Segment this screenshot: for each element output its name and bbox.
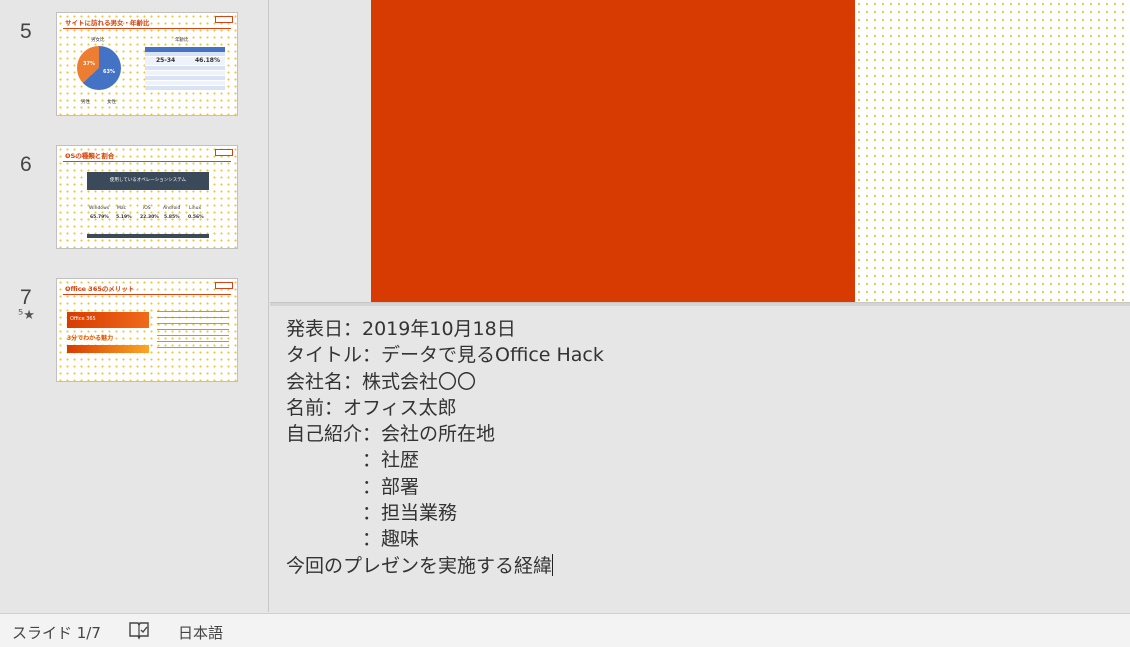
notes-line: タイトル：データで見るOffice Hack — [286, 344, 604, 367]
notes-text[interactable]: 発表日：2019年10月18日 タイトル：データで見るOffice Hack 会… — [286, 316, 604, 579]
thumb-tag — [215, 149, 233, 156]
notes-line: 自己紹介：会社の所在地 — [286, 423, 496, 446]
thumb-office-strip — [67, 345, 149, 353]
notes-line: 今回のプレゼンを実施する経緯 — [286, 554, 553, 577]
thumb-tag — [215, 282, 233, 289]
thumbnail-row-7[interactable]: 7 ⁵★ Office 365のメリット Office 365 3分でわかる魅力 — [0, 278, 268, 382]
pie-label-male: 63% — [103, 69, 115, 75]
thumb-pie-chart — [77, 46, 121, 90]
slide-thumbnail-5[interactable]: サイトに訪れる男女・年齢比 男女比 年齢比 37% 63% 男性 女性 25-3… — [56, 12, 238, 116]
thumb-subtitle: 3分でわかる魅力 — [67, 335, 114, 342]
slide-number: 7 — [20, 286, 32, 309]
thumb-left-heading: 男女比 — [91, 38, 105, 43]
notes-line: 会社名：株式会社〇〇 — [286, 370, 477, 393]
thumb-os-box: 使用しているオペレーションシステム — [87, 172, 209, 190]
thumb-title: サイトに訪れる男女・年齢比 — [65, 19, 150, 27]
os-name: Android — [163, 206, 181, 211]
thumb-bullet-lines — [157, 311, 229, 353]
notes-line: 発表日：2019年10月18日 — [286, 318, 516, 340]
thumb-os-box-label: 使用しているオペレーションシステム — [109, 178, 187, 183]
thumb-title-rule — [63, 161, 231, 162]
thumb-title: OSの種類と割合 — [65, 152, 115, 160]
thumb-table-value: 46.18% — [195, 57, 220, 64]
slide-dotted-background — [855, 0, 1130, 302]
slide-indicator[interactable]: スライド 1/7 — [12, 622, 101, 643]
star-animation-icon: ⁵★ — [18, 308, 35, 323]
notes-pane[interactable]: 発表日：2019年10月18日 タイトル：データで見るOffice Hack 会… — [270, 306, 1130, 612]
book-check-icon[interactable] — [128, 620, 150, 644]
os-name: Windows — [89, 206, 110, 211]
pie-legend-female: 女性 — [107, 100, 116, 105]
thumb-banner-text: Office 365 — [70, 316, 96, 322]
os-value: 5.85% — [164, 215, 180, 220]
slide-red-panel — [371, 0, 855, 302]
pie-label-female: 37% — [83, 61, 95, 67]
os-value: 5.19% — [116, 215, 132, 220]
os-name: iOS — [143, 206, 151, 211]
notes-line: 名前：オフィス太郎 — [286, 396, 457, 419]
slide-thumbnail-pane[interactable]: 5 サイトに訪れる男女・年齢比 男女比 年齢比 37% 63% 男性 女性 25… — [0, 0, 269, 612]
status-bar: スライド 1/7 日本語 — [0, 613, 1130, 647]
os-name: Linux — [189, 206, 202, 211]
thumbnail-row-6[interactable]: 6 OSの種類と割合 使用しているオペレーションシステム Windows Mac… — [0, 145, 268, 249]
slide-number: 5 — [20, 20, 32, 43]
notes-line: ：趣味 — [286, 528, 420, 551]
slide-editor[interactable] — [270, 0, 1130, 302]
thumb-office-banner: Office 365 — [67, 312, 149, 328]
os-value: 22.30% — [140, 215, 159, 220]
thumb-tag — [215, 16, 233, 23]
notes-line: ：部署 — [286, 475, 420, 498]
thumb-right-heading: 年齢比 — [175, 38, 189, 43]
thumb-title-rule — [63, 294, 231, 295]
thumbnail-row-5[interactable]: 5 サイトに訪れる男女・年齢比 男女比 年齢比 37% 63% 男性 女性 25… — [0, 12, 268, 116]
thumb-table-highlight: 25-34 — [156, 57, 176, 64]
notes-line: ：担当業務 — [286, 502, 458, 525]
slide-number: 6 — [20, 153, 32, 176]
text-cursor — [552, 553, 554, 576]
slide-thumbnail-6[interactable]: OSの種類と割合 使用しているオペレーションシステム Windows Mac i… — [56, 145, 238, 249]
thumb-title-rule — [63, 28, 231, 29]
slide-thumbnail-7[interactable]: Office 365のメリット Office 365 3分でわかる魅力 — [56, 278, 238, 382]
thumb-age-table — [145, 47, 225, 91]
os-value: 0.56% — [188, 215, 204, 220]
notes-line: ：社歴 — [286, 449, 420, 472]
os-value: 65.79% — [90, 215, 109, 220]
os-name: Mac — [117, 206, 127, 211]
notes-last-line-wrap: 今回のプレゼンを実施する経緯 — [286, 553, 604, 579]
pie-legend-male: 男性 — [81, 100, 90, 105]
thumb-os-bar — [87, 234, 209, 238]
language-indicator[interactable]: 日本語 — [178, 622, 223, 643]
thumb-title: Office 365のメリット — [65, 285, 135, 293]
